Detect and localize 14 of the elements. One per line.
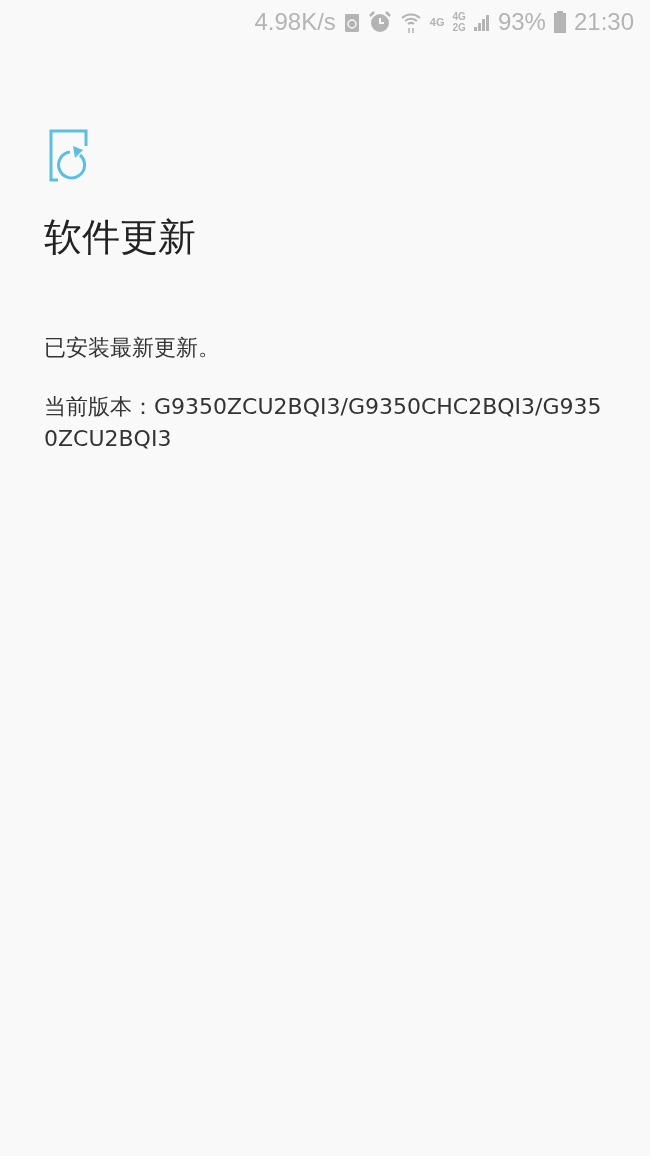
signal-icon — [473, 13, 490, 31]
status-message: 已安装最新更新。 — [44, 334, 221, 362]
version-text: 当前版本：G9350ZCU2BQI3/G9350CHC2BQI3/G9350ZCU2BQI3 — [44, 393, 603, 453]
alarm-icon — [367, 10, 392, 34]
wifi-icon — [399, 10, 422, 34]
network-type: 4G — [452, 11, 466, 22]
clock-time: 21:30 — [573, 8, 634, 36]
page-title: 软件更新 — [44, 214, 197, 261]
battery-icon — [553, 11, 566, 33]
network-type: 2G — [452, 22, 466, 33]
network-type: 4G — [429, 16, 445, 28]
battery-percentage: 93% — [497, 8, 546, 36]
network-speed: 4.98K/s — [254, 8, 336, 36]
battery-saver-icon — [343, 12, 360, 32]
